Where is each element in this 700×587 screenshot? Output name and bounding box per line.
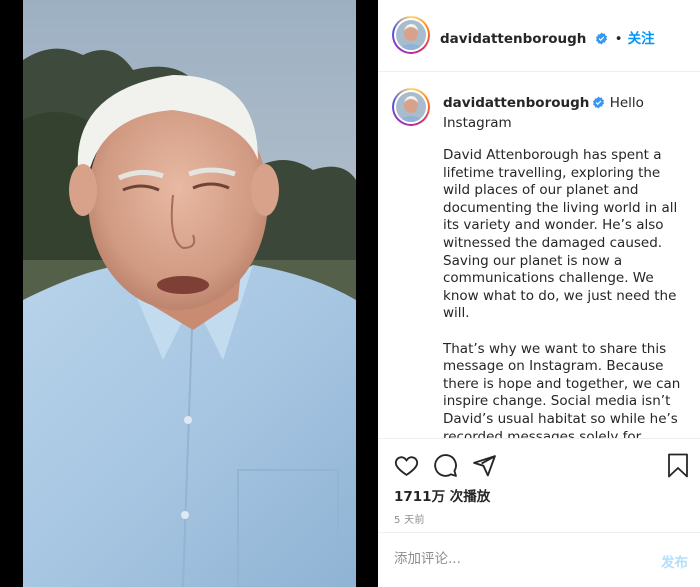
verified-badge-icon [595,30,608,49]
add-comment-bar: 发布 [378,532,700,587]
caption-avatar[interactable] [396,92,426,122]
view-count[interactable]: 1711万 次播放 [394,485,490,505]
post-video[interactable] [23,0,356,587]
share-icon[interactable] [472,453,497,482]
caption-paragraph: That’s why we want to share this message… [443,340,681,438]
media-letterbox-left [0,0,23,587]
post-comment-button[interactable]: 发布 [661,551,688,571]
comment-input[interactable] [394,551,634,567]
comment-icon[interactable] [433,453,458,482]
caption-text: David Attenborough has spent a lifetime … [443,147,683,438]
post-side-panel: davidattenborough • 关注 davidattenborough [378,0,700,587]
post-actions: 1711万 次播放 5 天前 [378,438,700,538]
caption-verified-badge-icon [592,96,605,114]
comments-scroll-area[interactable]: davidattenborough Hello Instagram David … [378,72,700,438]
caption-paragraph: David Attenborough has spent a lifetime … [443,147,678,322]
post-header: davidattenborough • 关注 [378,0,700,72]
caption-header: davidattenborough Hello Instagram [443,94,683,132]
post-timestamp[interactable]: 5 天前 [394,511,425,526]
story-ring[interactable] [392,16,430,54]
bookmark-icon[interactable] [667,453,689,482]
header-separator: • [614,31,623,47]
follow-button[interactable]: 关注 [628,31,655,47]
heart-icon[interactable] [394,453,419,482]
header-username[interactable]: davidattenborough [440,31,586,47]
caption-username[interactable]: davidattenborough [443,95,589,111]
caption-story-ring[interactable] [392,88,430,126]
media-letterbox-right [356,0,378,587]
avatar[interactable] [396,20,426,50]
video-frame-image [23,0,356,587]
